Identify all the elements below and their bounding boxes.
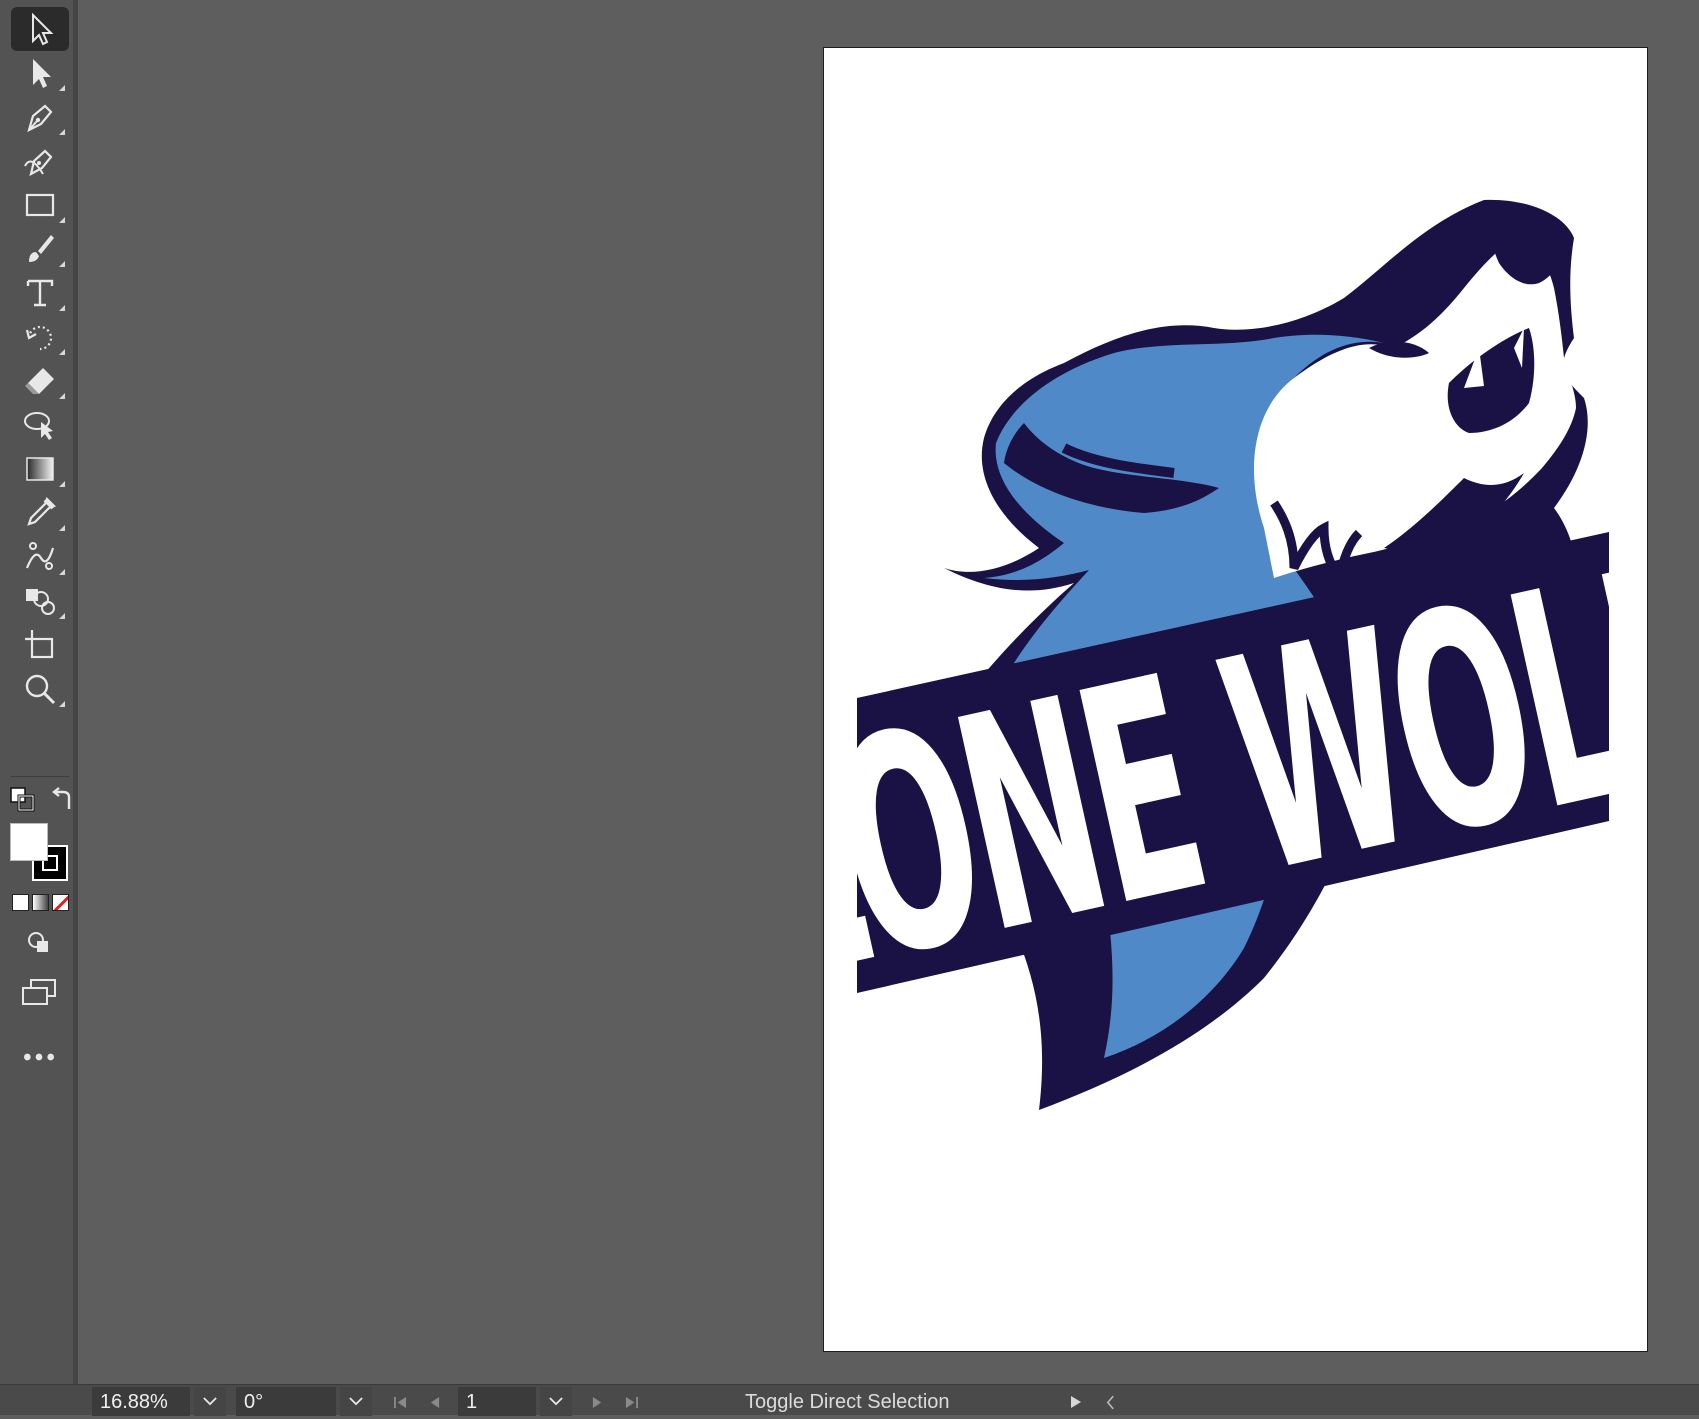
status-bar: 16.88% 0° 1 Toggle Direct Selection (0, 1384, 1699, 1416)
pen-tool-icon (27, 104, 53, 133)
artboard-tool-icon (25, 630, 54, 659)
zoom-dropdown-button[interactable] (194, 1387, 226, 1416)
tool-flyout-indicator (59, 85, 65, 91)
zoom-level-field[interactable]: 16.88% (92, 1387, 190, 1416)
next-icon (592, 1396, 601, 1408)
selection-tool-icon (32, 12, 54, 46)
collapse-scroll-button[interactable] (1096, 1389, 1124, 1415)
default-colors-icon (10, 787, 35, 812)
eraser-tool-icon (25, 368, 54, 394)
draw-mode-icon (28, 932, 48, 952)
swap-fill-stroke-button[interactable] (49, 787, 75, 813)
lone-wolf-logo-artwork[interactable]: LONE WOLF (824, 48, 1648, 1352)
first-icon (393, 1396, 406, 1408)
type-tool-button[interactable] (11, 271, 69, 315)
curvature-tool-icon (24, 149, 53, 177)
tools-panel (0, 0, 78, 1415)
last-artboard-button[interactable] (617, 1389, 645, 1415)
screen-mode-button[interactable] (16, 975, 62, 1009)
previous-icon (430, 1396, 439, 1408)
document-canvas[interactable]: LONE WOLF (78, 0, 1699, 1384)
shape-builder-tool-icon (26, 589, 55, 615)
default-fill-stroke-button[interactable] (10, 787, 36, 813)
color-button[interactable] (12, 894, 29, 911)
zoom-tool-icon (25, 674, 56, 705)
previous-artboard-button[interactable] (420, 1389, 448, 1415)
paintbrush-tool-button[interactable] (11, 227, 69, 271)
artboard[interactable]: LONE WOLF (823, 47, 1648, 1352)
rectangle-tool-icon (25, 193, 55, 217)
fill-stroke-swatches (10, 823, 70, 883)
rectangle-tool-button[interactable] (11, 183, 69, 227)
last-icon (625, 1396, 638, 1408)
selection-tool-button[interactable] (11, 7, 69, 51)
next-artboard-button[interactable] (583, 1389, 611, 1415)
pen-tool-button[interactable] (11, 95, 69, 139)
drawing-modes-button[interactable] (18, 928, 60, 958)
gradient-button[interactable] (32, 894, 49, 911)
status-menu-button[interactable] (1062, 1389, 1090, 1415)
artboard-dropdown-button[interactable] (540, 1387, 572, 1416)
puppet-warp-tool-icon (25, 542, 55, 570)
artboard-number-field[interactable]: 1 (458, 1387, 536, 1416)
chevron-down-icon (549, 1397, 563, 1406)
toolbar-divider (10, 776, 70, 777)
zoom-tool-button[interactable] (11, 667, 69, 711)
chevron-down-icon (203, 1397, 217, 1406)
artboard-tool-button[interactable] (11, 623, 69, 667)
more-icon (24, 1053, 54, 1061)
paintbrush-tool-icon (29, 235, 54, 262)
chevron-down-icon (349, 1397, 363, 1406)
puppet-warp-tool-button[interactable] (11, 535, 69, 579)
shape-builder-tool-button[interactable] (11, 579, 69, 623)
lasso-selection-tool-icon (24, 412, 53, 440)
curvature-tool-button[interactable] (11, 139, 69, 183)
rotation-field[interactable]: 0° (236, 1387, 336, 1416)
rotate-tool-icon (25, 325, 53, 351)
direct-selection-tool-icon (33, 59, 51, 88)
chevron-left-icon (1106, 1395, 1114, 1409)
color-mode-buttons (12, 894, 70, 912)
edit-toolbar-button[interactable] (16, 1040, 62, 1074)
rotation-dropdown-button[interactable] (340, 1387, 372, 1416)
gradient-tool-button[interactable] (11, 447, 69, 491)
gradient-tool-icon (26, 457, 54, 481)
fill-swatch[interactable] (10, 823, 48, 861)
rotate-tool-button[interactable] (11, 315, 69, 359)
eyedropper-tool-icon (27, 497, 56, 526)
swap-arrow-icon (52, 787, 71, 809)
eyedropper-tool-button[interactable] (11, 491, 69, 535)
none-button[interactable] (52, 894, 69, 911)
play-icon (1071, 1396, 1081, 1408)
screen-mode-icon (22, 979, 56, 1005)
lasso-tool-button[interactable] (11, 403, 69, 447)
eraser-tool-button[interactable] (11, 359, 69, 403)
direct-selection-tool-button[interactable] (11, 51, 69, 95)
status-text: Toggle Direct Selection (745, 1391, 950, 1413)
type-tool-icon (26, 279, 54, 307)
first-artboard-button[interactable] (386, 1389, 414, 1415)
